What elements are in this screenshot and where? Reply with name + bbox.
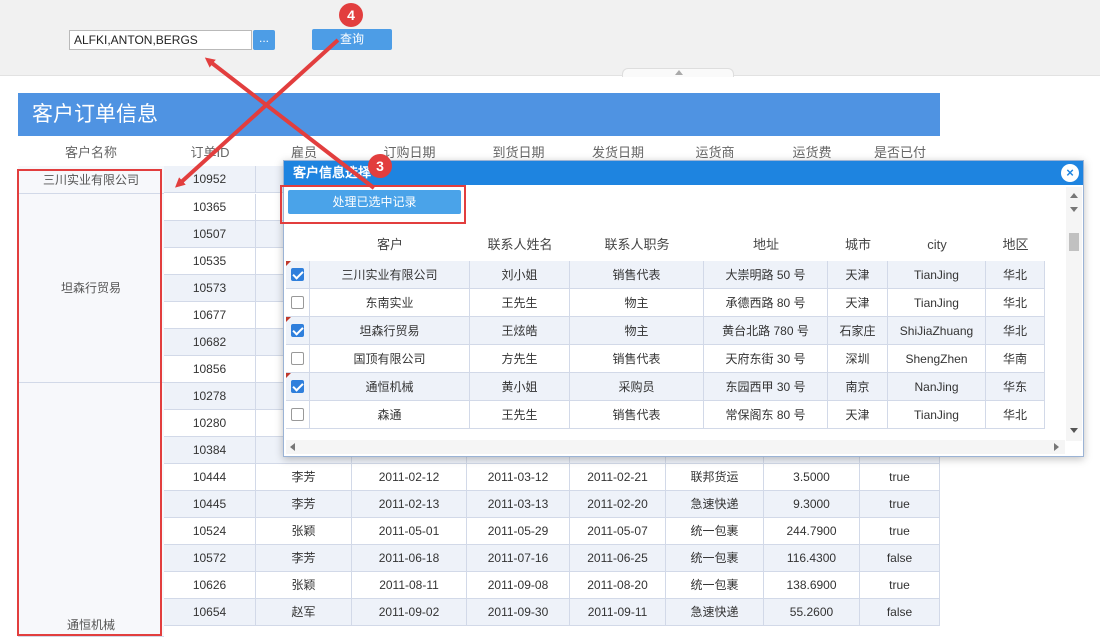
- step-badge-3: 3: [368, 154, 392, 178]
- annotation-arrows: [175, 38, 376, 190]
- step-badge-4: 4: [339, 3, 363, 27]
- annotation-arrow: [204, 57, 376, 190]
- annotation-arrow: [175, 38, 340, 188]
